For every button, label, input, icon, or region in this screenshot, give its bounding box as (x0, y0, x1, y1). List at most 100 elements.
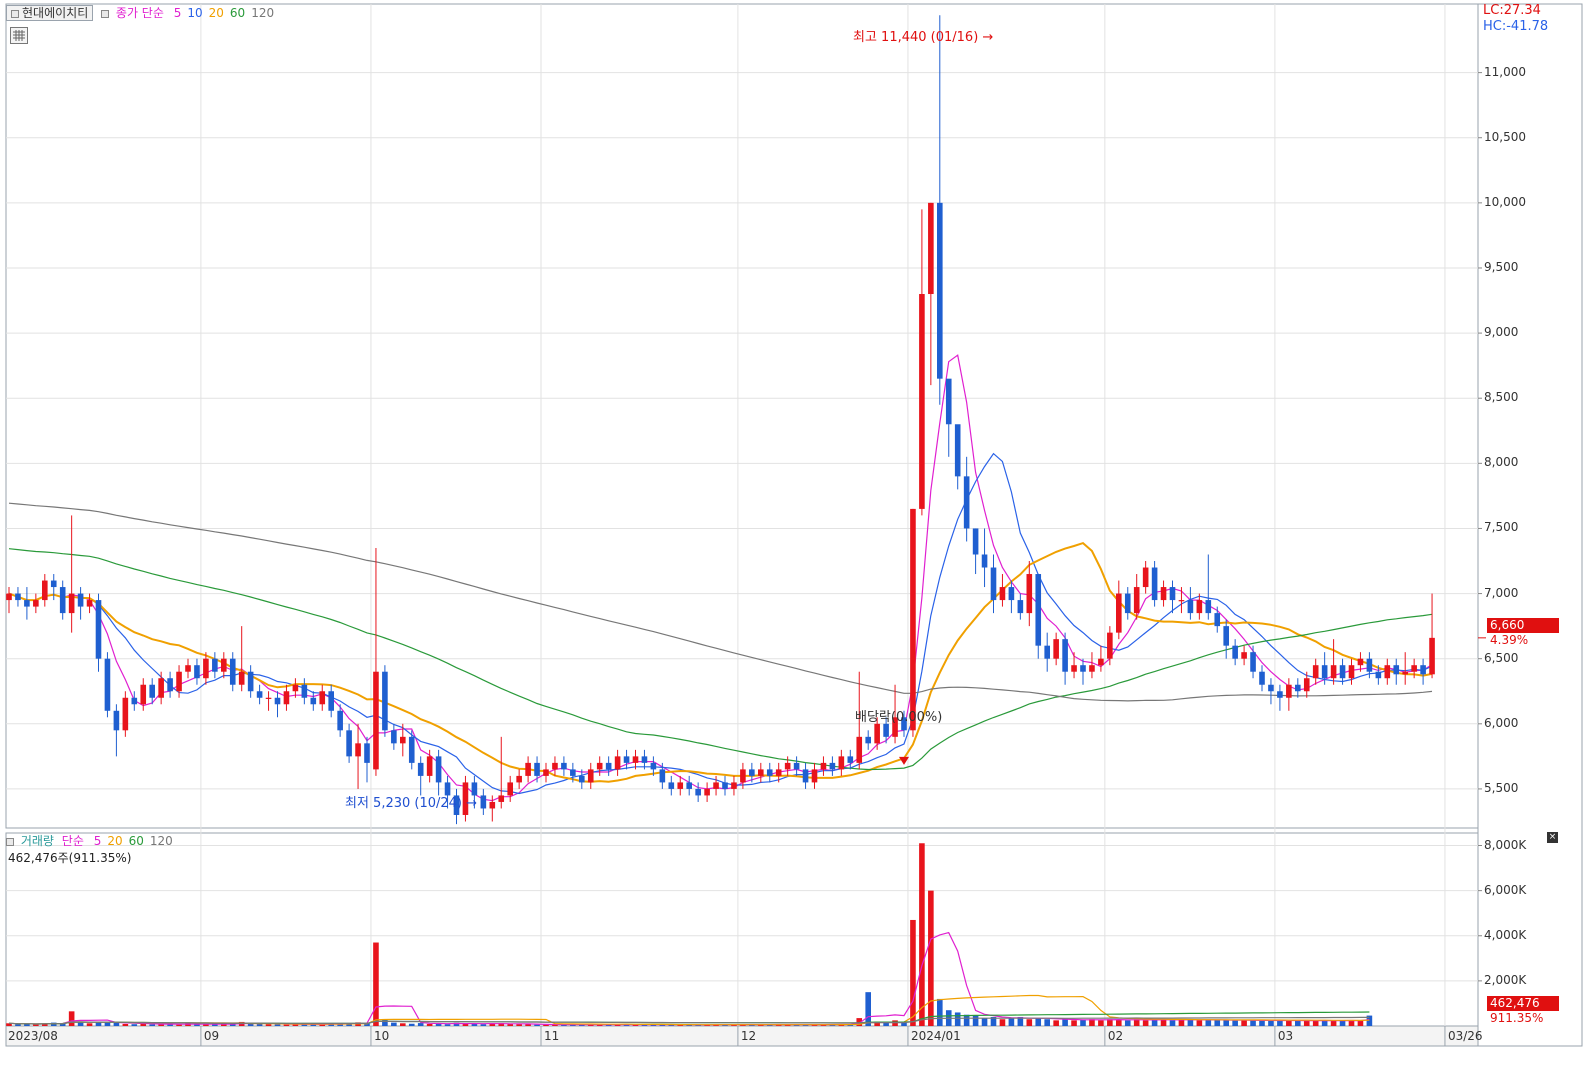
candle-body (990, 567, 997, 601)
hc-value: HC:-41.78 (1483, 19, 1549, 34)
candle-body (954, 424, 961, 477)
candle-body (1178, 600, 1185, 602)
candle-body (677, 782, 684, 789)
volume-bar (283, 1024, 290, 1026)
handle-icon (6, 837, 14, 846)
volume-value-text: 462,476주(911.35%) (8, 851, 132, 865)
candle-body (221, 658, 227, 672)
price-ma-period-5: 5 (173, 6, 182, 20)
volume-bar (400, 1023, 406, 1026)
x-tick-label: 2024/01 (910, 1029, 961, 1043)
candle-body (543, 769, 549, 776)
candle-body (1241, 652, 1247, 659)
volume-ma-period-20: 20 (107, 834, 123, 848)
candle-body (883, 723, 889, 737)
grid-table-icon[interactable] (10, 27, 28, 44)
volume-ma-label: 단순 (61, 834, 84, 848)
candle-body (337, 710, 343, 731)
candle-body (50, 580, 57, 588)
candle-body (981, 554, 988, 568)
candle-body (1277, 691, 1283, 698)
volume-bar (865, 992, 871, 1026)
candle-body (104, 658, 111, 711)
volume-bar (1116, 1019, 1122, 1026)
x-tick-label: 03/26 (1447, 1029, 1483, 1043)
candle-body (328, 691, 334, 711)
volume-bar (149, 1024, 155, 1026)
volume-bar (86, 1023, 93, 1026)
candle-body (1035, 574, 1042, 646)
volume-label: 거래량 (20, 834, 54, 848)
stock-name-box[interactable]: 현대에이치티 (6, 5, 94, 21)
volume-bar (391, 1022, 397, 1026)
candle-body (525, 762, 531, 776)
candle-body (122, 697, 129, 731)
candle-body (149, 684, 155, 698)
volume-bar (516, 1024, 522, 1026)
price-ma-label: 종가 단순 (115, 6, 164, 20)
volume-bar (1277, 1020, 1283, 1026)
x-tick-label: 02 (1107, 1029, 1124, 1043)
candle-body (238, 671, 245, 685)
candle-body (740, 769, 746, 783)
volume-bar (1098, 1020, 1104, 1026)
price-ma-periods: 5 10 20 60 120 (168, 6, 274, 20)
candle-body (1151, 567, 1158, 601)
volume-bar (999, 1019, 1006, 1026)
candle-body (1268, 684, 1274, 692)
volume-bar (471, 1023, 478, 1026)
candle-body (1133, 587, 1140, 614)
candle-body (158, 678, 164, 698)
candle-body (400, 736, 406, 744)
volume-tick-label: 6,000K (1484, 882, 1527, 897)
stock-chart[interactable] (0, 0, 1584, 1066)
candle-body (33, 600, 39, 607)
volume-bar (122, 1023, 129, 1026)
candle-body (1232, 645, 1238, 659)
candle-body (972, 528, 979, 555)
x-tick-label: 09 (203, 1029, 220, 1043)
volume-ma-period-60: 60 (128, 834, 144, 848)
candle-body (1429, 637, 1435, 675)
candle-body (838, 756, 845, 770)
volume-ma-period-5: 5 (93, 834, 102, 848)
candle-body (793, 762, 800, 770)
volume-bar (382, 1019, 388, 1026)
candle-body (1339, 665, 1346, 679)
candle-body (480, 795, 487, 809)
candle-body (1366, 658, 1373, 672)
candle-body (42, 580, 48, 601)
candle-body (6, 593, 12, 601)
candle-body (507, 782, 513, 796)
volume-bar (1214, 1020, 1221, 1026)
volume-bar (1205, 1019, 1212, 1026)
price-tick-label: 6,500 (1484, 650, 1519, 665)
volume-bar (1169, 1020, 1176, 1026)
candle-body (579, 775, 585, 783)
volume-bar (1321, 1020, 1328, 1026)
candle-body (963, 476, 970, 529)
volume-bar (534, 1024, 540, 1026)
candle-body (1295, 684, 1301, 692)
candle-body (1008, 587, 1015, 601)
dividend-annotation: 배당락(0.00%) (855, 710, 943, 725)
candle-body (596, 762, 603, 770)
candle-body (811, 769, 818, 783)
candle-body (516, 775, 522, 783)
volume-bar (981, 1018, 988, 1026)
candle-body (15, 593, 21, 601)
volume-bar (480, 1024, 487, 1026)
price-tick-label: 9,500 (1484, 259, 1519, 274)
candle-body (1053, 639, 1059, 659)
candle-body (820, 762, 827, 770)
candle-body (131, 697, 138, 705)
close-icon[interactable]: × (1547, 832, 1558, 843)
volume-bar (176, 1024, 182, 1026)
volume-bar (1124, 1020, 1131, 1026)
volume-bar (373, 942, 379, 1026)
candle-body (1420, 665, 1426, 675)
candle-body (59, 587, 66, 614)
candle-body (919, 294, 925, 509)
volume-bar (937, 998, 943, 1026)
volume-bar (68, 1011, 75, 1026)
